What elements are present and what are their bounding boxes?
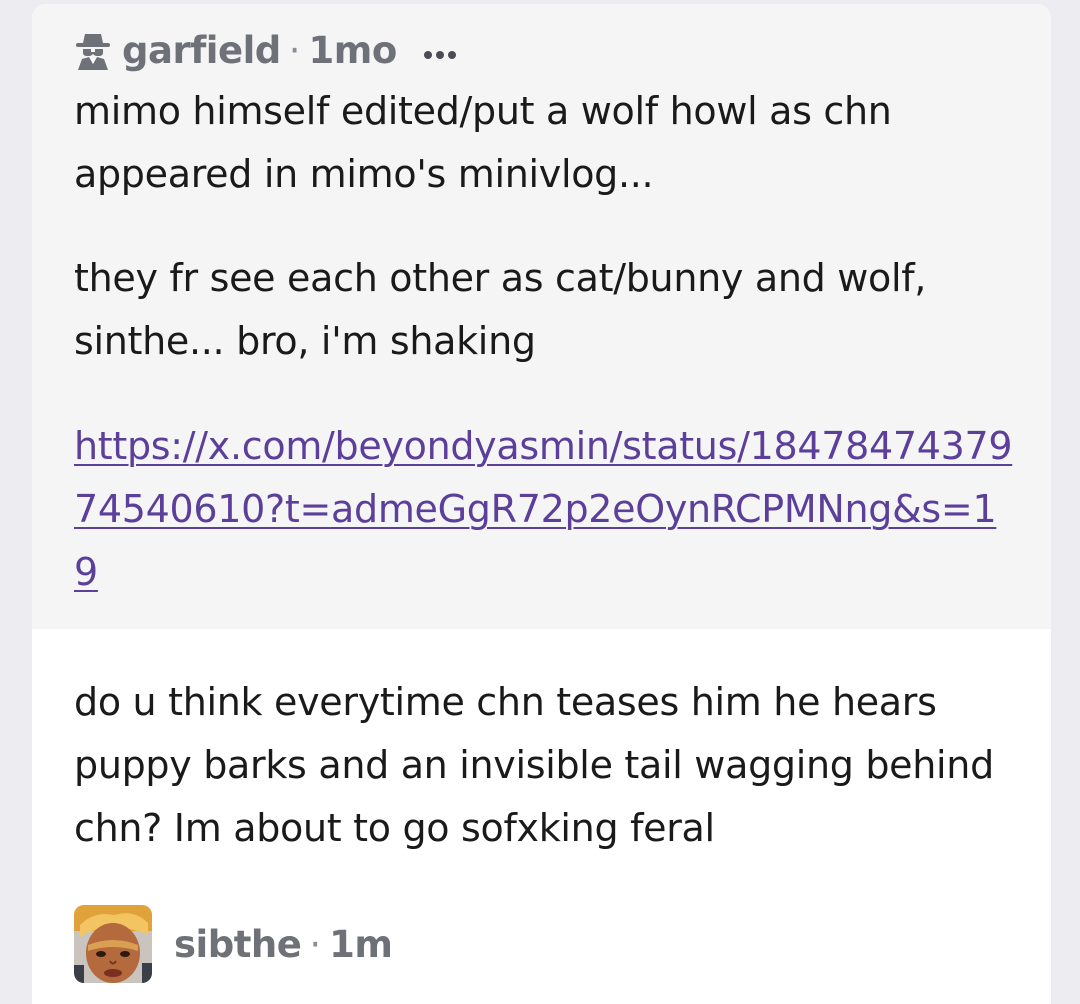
quoted-post-paragraph-1: mimo himself edited/put a wolf howl as c…: [74, 89, 892, 196]
quoted-post-link[interactable]: https://x.com/beyondyasmin/status/184784…: [74, 415, 1014, 604]
reply-text: do u think everytime chn teases him he h…: [74, 680, 994, 850]
reply-time: 1m: [329, 922, 393, 966]
post-card: garfield · 1mo mimo himself edited/put a…: [32, 4, 1051, 1004]
quoted-post[interactable]: garfield · 1mo mimo himself edited/put a…: [32, 4, 1051, 629]
avatar[interactable]: [74, 905, 152, 983]
more-dots-icon[interactable]: [423, 45, 457, 59]
meta-separator: ·: [309, 922, 322, 966]
quoted-post-paragraph-2: they fr see each other as cat/bunny and …: [74, 256, 927, 363]
reply-author-row: sibthe · 1m: [74, 904, 1009, 984]
meta-separator: ·: [288, 28, 301, 72]
quoted-post-meta: garfield · 1mo: [74, 26, 1009, 74]
anonymous-spy-icon: [74, 30, 112, 70]
reply-author-name[interactable]: sibthe: [174, 923, 302, 966]
reply-post: do u think everytime chn teases him he h…: [32, 629, 1051, 984]
quoted-post-time: 1mo: [308, 28, 398, 72]
quoted-author-name[interactable]: garfield: [122, 29, 281, 72]
